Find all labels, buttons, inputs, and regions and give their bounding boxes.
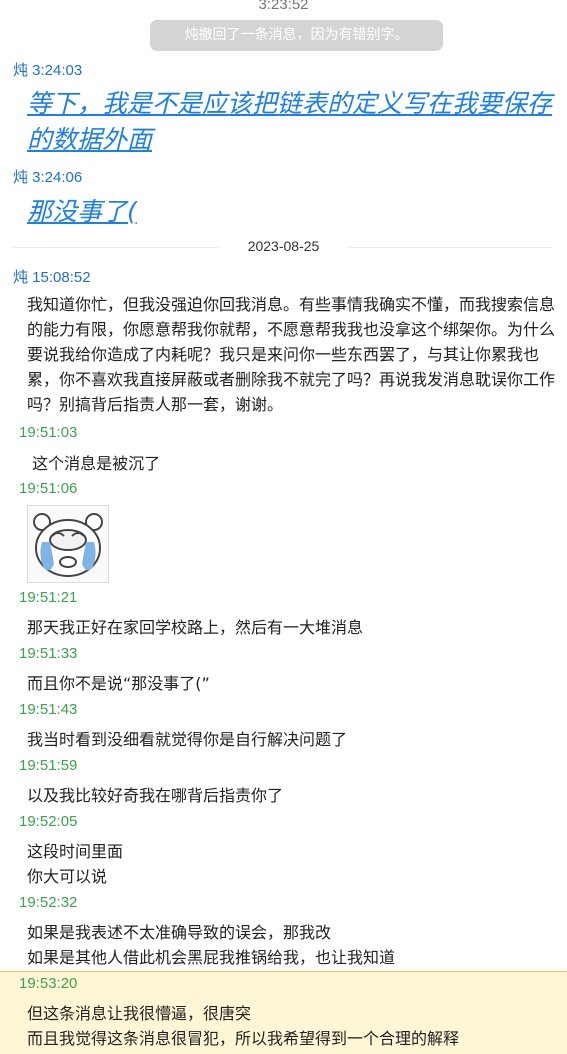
- reply-timestamp: 19:51:06: [19, 480, 78, 497]
- reply-timestamp: 19:52:05: [19, 813, 78, 830]
- reply-timestamp: 19:53:20: [19, 975, 78, 992]
- divider-date: 2023-08-25: [247, 238, 320, 254]
- reply-text: 而且我觉得这条消息很冒犯，所以我希望得到一个合理的解释: [27, 1029, 460, 1048]
- date-divider: 2023-08-25: [0, 236, 567, 258]
- recall-notice: 炖撤回了一条消息，因为有错别字。: [150, 20, 443, 51]
- message-link-text[interactable]: 那没事了(: [27, 194, 567, 230]
- reply-timestamp: 19:51:33: [19, 645, 78, 662]
- reply-text: 而且你不是说“那没事了(”: [27, 674, 210, 693]
- reply-timestamp: 19:51:21: [19, 589, 78, 606]
- reply-text: 你大可以说: [27, 867, 108, 886]
- reply-text: 以及我比较好奇我在哪背后指责你了: [27, 786, 284, 805]
- message-sender: 炖 3:24:06: [13, 169, 83, 186]
- sticker-image[interactable]: [27, 505, 109, 583]
- reply-text: 如果是我表述不太准确导致的误会，那我改: [27, 923, 332, 942]
- divider-line-right: [347, 247, 552, 248]
- message-sender: 炖 15:08:52: [13, 269, 91, 286]
- reply-text: 这段时间里面: [27, 842, 124, 861]
- crying-bear-sticker-icon: [33, 513, 103, 577]
- reply-text: 我当时看到没细看就觉得你是自行解决问题了: [27, 730, 348, 749]
- reply-text: 那天我正好在家回学校路上，然后有一大堆消息: [27, 618, 364, 637]
- reply-timestamp: 19:51:03: [19, 424, 78, 441]
- reply-text: 但这条消息让我很懵逼，很唐突: [27, 1004, 252, 1023]
- top-time: 3:23:52: [258, 0, 309, 13]
- long-message-text: 我知道你忙，但我没强迫你回我消息。有些事情我确实不懂，而我搜索信息的能力有限，你…: [27, 295, 556, 414]
- message-sender: 炖 3:24:03: [13, 62, 83, 79]
- reply-timestamp: 19:51:43: [19, 701, 78, 718]
- reply-timestamp: 19:51:59: [19, 757, 78, 774]
- reply-text: 这个消息是被沉了: [27, 454, 161, 473]
- reply-timestamp: 19:52:32: [19, 894, 78, 911]
- message-link-text[interactable]: 等下，我是不是应该把链表的定义写在我要保存的数据外面: [27, 86, 567, 158]
- reply-text: 如果是其他人借此机会黑屁我推锅给我，也让我知道: [27, 948, 396, 967]
